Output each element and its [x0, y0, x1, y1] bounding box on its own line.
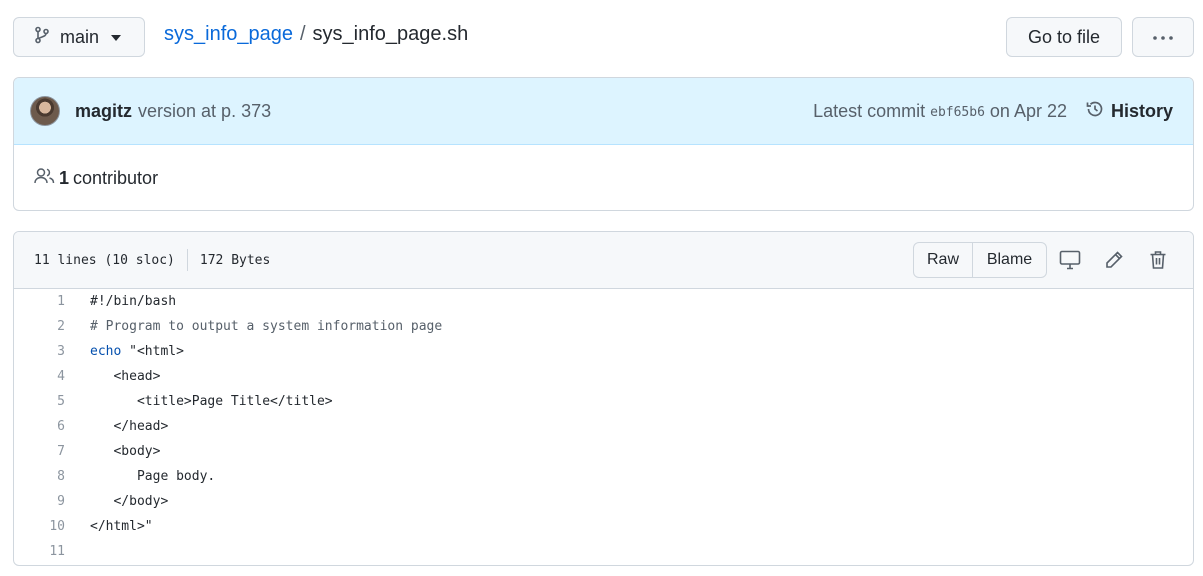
breadcrumb-file-name: sys_info_page.sh — [312, 22, 469, 45]
code-text: </head> — [90, 419, 168, 434]
code-text: <body> — [90, 444, 160, 459]
contributors-count: 1 — [59, 167, 70, 188]
commit-sha-link[interactable]: ebf65b6 — [930, 105, 985, 120]
file-lines-info: 11 lines (10 sloc) — [34, 252, 175, 268]
code-text: # Program to output a system information… — [90, 319, 442, 334]
file-viewer: 11 lines (10 sloc) 172 Bytes Raw Blame 1… — [13, 231, 1194, 566]
code-content: </body> — [113, 494, 169, 509]
code-content: # Program to output a system information… — [90, 319, 443, 334]
code-content: <title>Page Title</title> — [136, 394, 333, 409]
pencil-icon[interactable] — [1102, 248, 1126, 272]
code-line: 4 <head> — [14, 364, 1193, 389]
code-text: echo "<html> — [90, 344, 184, 359]
code-listing: 1 #!/bin/bash 2 # Program to output a syste… — [14, 289, 1193, 564]
code-content: <head> — [113, 369, 161, 384]
code-line: 7 <body> — [14, 439, 1193, 464]
code-line: 5 <title>Page Title</title> — [14, 389, 1193, 414]
code-content: Page body. — [136, 469, 216, 484]
commit-meta: Latest commit ebf65b6 on Apr 22 History — [813, 78, 1173, 145]
kebab-horizontal-icon — [1152, 28, 1174, 46]
line-number[interactable]: 2 — [14, 319, 65, 334]
desktop-icon[interactable] — [1058, 248, 1082, 272]
go-to-file-button[interactable]: Go to file — [1006, 17, 1122, 57]
code-text: #!/bin/bash — [90, 294, 176, 309]
code-content: <body> — [113, 444, 161, 459]
code-line: 6 </head> — [14, 414, 1193, 439]
commit-author-link[interactable]: magitz — [75, 101, 132, 122]
line-number[interactable]: 5 — [14, 394, 65, 409]
breadcrumb-separator: / — [299, 22, 306, 45]
code-text: Page body. — [90, 469, 215, 484]
file-header: 11 lines (10 sloc) 172 Bytes Raw Blame — [14, 232, 1193, 289]
line-number[interactable]: 11 — [14, 544, 65, 559]
history-button[interactable]: History — [1085, 99, 1173, 124]
trash-icon[interactable] — [1146, 248, 1170, 272]
code-line: 11 — [14, 539, 1193, 564]
code-text: </html>" — [90, 519, 153, 534]
code-line: 10 </html>" — [14, 514, 1193, 539]
commit-date: on Apr 22 — [989, 101, 1067, 121]
avatar[interactable] — [30, 96, 60, 126]
raw-button[interactable]: Raw — [914, 243, 973, 277]
divider — [186, 249, 188, 271]
file-view-button-group: Raw Blame — [913, 242, 1047, 278]
code-line: 2 # Program to output a system informatio… — [14, 314, 1193, 339]
line-number[interactable]: 6 — [14, 419, 65, 434]
people-icon — [34, 167, 55, 190]
line-number[interactable]: 1 — [14, 294, 65, 309]
latest-commit-box: magitz version at p. 373 Latest commit e… — [13, 77, 1194, 211]
code-line: 8 Page body. — [14, 464, 1193, 489]
caret-down-icon — [111, 35, 122, 41]
contributors-link[interactable]: 1 contributor — [14, 145, 1193, 210]
blame-button[interactable]: Blame — [973, 243, 1046, 277]
line-number[interactable]: 4 — [14, 369, 65, 384]
line-number[interactable]: 10 — [14, 519, 65, 534]
code-text: </body> — [90, 494, 168, 509]
branch-selector-button[interactable]: main — [13, 17, 145, 57]
history-icon — [1085, 99, 1105, 124]
commit-header: magitz version at p. 373 Latest commit e… — [14, 78, 1193, 145]
file-size: 172 Bytes — [199, 252, 271, 268]
code-text: <head> — [90, 369, 160, 384]
branch-name: main — [60, 26, 100, 47]
line-number[interactable]: 8 — [14, 469, 65, 484]
history-label: History — [1110, 101, 1173, 121]
line-number[interactable]: 9 — [14, 494, 65, 509]
code-content: </html>" — [90, 519, 153, 534]
code-content: "<html> — [121, 344, 184, 359]
code-keyword: echo — [90, 344, 122, 359]
code-text: <title>Page Title</title> — [90, 394, 333, 409]
more-options-button[interactable] — [1132, 17, 1194, 57]
code-content: </head> — [113, 419, 169, 434]
breadcrumb-repo-link[interactable]: sys_info_page — [164, 23, 293, 46]
code-line: 1 #!/bin/bash — [14, 289, 1193, 314]
code-content: #!/bin/bash — [90, 294, 177, 309]
git-branch-icon — [34, 26, 50, 49]
code-line: 9 </body> — [14, 489, 1193, 514]
commit-message[interactable]: version at p. 373 — [138, 101, 271, 122]
code-line: 3 echo "<html> — [14, 339, 1193, 364]
contributors-label: contributor — [73, 167, 159, 188]
line-number[interactable]: 3 — [14, 344, 65, 359]
latest-commit-label: Latest commit — [813, 101, 926, 121]
breadcrumb: sys_info_page / sys_info_page.sh — [164, 20, 468, 48]
line-number[interactable]: 7 — [14, 444, 65, 459]
